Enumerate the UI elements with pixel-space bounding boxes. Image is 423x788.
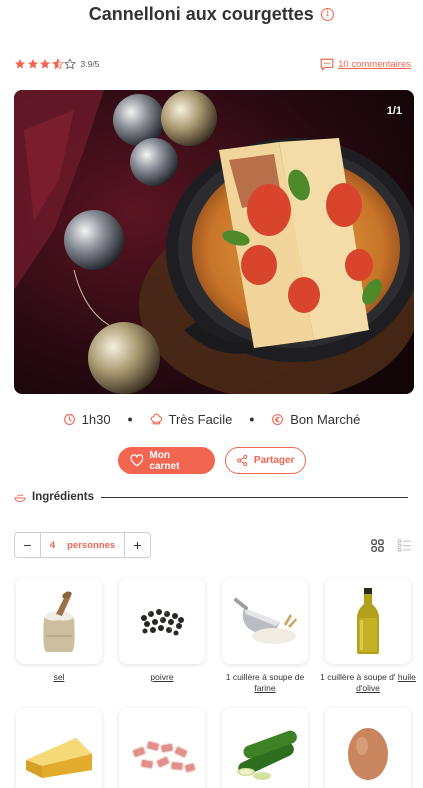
- share-label: Partager: [253, 455, 295, 466]
- bacon-image: [131, 740, 196, 774]
- heart-icon: [129, 454, 143, 467]
- share-button[interactable]: Partager: [224, 447, 306, 474]
- ingredient-name-link[interactable]: farine: [254, 683, 275, 693]
- servings-number: 4: [49, 539, 56, 551]
- comments-label: 10 commentaires: [338, 58, 411, 70]
- ingredient-card-lardons[interactable]: [119, 708, 205, 788]
- view-toggle: [358, 538, 412, 553]
- meta-time: 1h30: [63, 412, 111, 427]
- ingredient-label: poivre: [112, 672, 212, 683]
- servings-value[interactable]: 4 personnes: [40, 533, 125, 557]
- rating-row: 3.9/5 10 commentaires: [14, 55, 411, 73]
- meta-time-value: 1h30: [81, 411, 111, 427]
- ingredient-quantity: 1 cuillère à soupe d': [320, 672, 396, 682]
- chef-hat-icon: [150, 413, 162, 424]
- servings-stepper: − 4 personnes +: [14, 532, 151, 558]
- cannelloni-dish-image: [14, 90, 414, 394]
- title-row: Cannelloni aux courgettes i: [0, 4, 423, 25]
- mon-carnet-label: Mon carnet: [149, 449, 180, 472]
- meta-separator: •: [249, 411, 255, 427]
- zucchini-image: [237, 730, 297, 780]
- ingredient-card-sel[interactable]: [16, 578, 102, 664]
- mon-carnet-button[interactable]: Mon carnet: [117, 447, 215, 474]
- page-title: Cannelloni aux courgettes: [88, 4, 314, 24]
- meta-difficulty-value: Très Facile: [168, 411, 233, 427]
- clock-icon: [63, 413, 75, 425]
- meta-cost-value: Bon Marché: [290, 411, 361, 427]
- image-counter: 1/1: [386, 105, 402, 117]
- ingredient-name-link[interactable]: poivre: [150, 672, 173, 682]
- star-icon: [27, 59, 38, 69]
- ingredient-card-oeuf[interactable]: [325, 708, 411, 788]
- ingredient-card-courgettes[interactable]: [222, 708, 308, 788]
- recipe-meta: 1h30 • Très Facile • Bon Marché: [0, 411, 423, 427]
- rating-value: 3.9/5: [80, 59, 100, 69]
- ingredient-name-link[interactable]: sel: [54, 672, 65, 682]
- salt-sack-image: [43, 591, 75, 652]
- meta-cost: Bon Marché: [271, 412, 360, 427]
- meta-difficulty: Très Facile: [150, 411, 233, 427]
- egg-image: [348, 728, 388, 780]
- ingredient-card-poivre[interactable]: [119, 578, 205, 664]
- star-icon: [40, 59, 50, 69]
- increase-servings-button[interactable]: +: [125, 533, 150, 557]
- cheese-image: [26, 738, 92, 778]
- ingredient-card-farine[interactable]: [222, 578, 308, 664]
- ingredient-label: 1 cuillère à soupe de farine: [215, 672, 315, 694]
- section-divider: [100, 496, 408, 498]
- meta-separator: •: [127, 411, 133, 427]
- recipe-photo[interactable]: 1/1: [14, 90, 414, 394]
- ingredient-label: 1 cuillère à soupe d' huile d'olive: [318, 672, 418, 694]
- euro-coin-icon: [272, 413, 284, 425]
- star-empty-icon: [64, 58, 76, 70]
- info-icon[interactable]: i: [321, 8, 335, 21]
- decrease-servings-button[interactable]: −: [15, 533, 40, 557]
- ingredient-quantity: 1 cuillère à soupe de: [225, 672, 305, 682]
- quantity-row: − 4 personnes +: [14, 532, 412, 558]
- star-half-icon: [51, 58, 64, 70]
- list-view-icon[interactable]: [397, 538, 412, 553]
- ingredient-label: sel: [9, 672, 109, 683]
- star-icon: [15, 59, 25, 69]
- ingredients-header: Ingrédients: [14, 491, 408, 503]
- ingredients-icon: [14, 494, 26, 502]
- peppercorns-image: [141, 609, 184, 636]
- comments-link[interactable]: 10 commentaires: [320, 58, 411, 71]
- servings-unit: personnes: [67, 539, 116, 551]
- flour-scoop-image: [234, 598, 297, 644]
- share-icon: [236, 454, 247, 467]
- comment-icon: [320, 58, 334, 70]
- rating-stars: 3.9/5: [14, 58, 99, 70]
- grid-view-icon[interactable]: [370, 538, 385, 553]
- ingredient-card-huile-olive[interactable]: [325, 578, 411, 664]
- ingredient-card-gruyere[interactable]: [16, 708, 102, 788]
- ingredients-title: Ingrédients: [32, 491, 94, 503]
- recipe-actions: Mon carnet Partager: [0, 447, 423, 474]
- olive-oil-bottle-image: [357, 588, 379, 654]
